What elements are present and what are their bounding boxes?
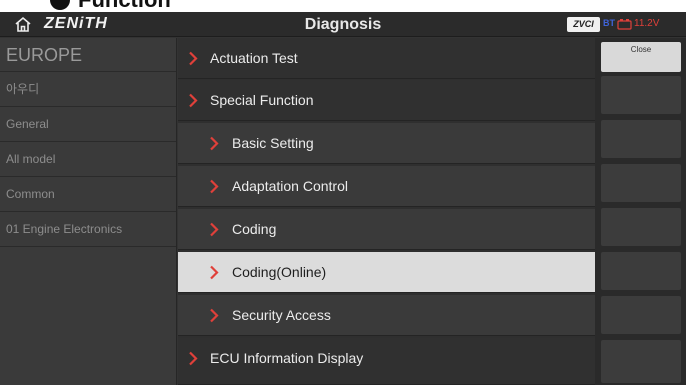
title-bar: ZENiTH Diagnosis ZVCI BT 11.2V [0,12,686,37]
chevron-right-icon [210,222,219,237]
menu-item-label: ECU Information Display [210,350,364,366]
diagnosis-app: ZENiTH Diagnosis ZVCI BT 11.2V EUROPE 아우… [0,12,686,385]
battery-voltage: 11.2V [634,18,660,29]
chevron-right-icon [210,308,219,323]
menu-item-actuation-test[interactable]: Actuation Test [178,38,595,79]
menu-item-coding[interactable]: Coding [178,209,595,250]
close-button-label: Close [630,45,652,54]
menu-item-ecu-information-display[interactable]: ECU Information Display [178,338,595,385]
action-buttons: Close [595,38,686,385]
menu-item-special-function[interactable]: Special Function [178,80,595,121]
home-icon[interactable] [14,16,32,33]
chevron-right-icon [189,93,198,108]
page-caption: Function [0,0,686,12]
empty-action-button [601,208,681,246]
empty-action-button [601,76,681,114]
chevron-right-icon [210,265,219,280]
menu-item-label: Security Access [232,307,331,323]
sidebar-item-general[interactable]: General [0,107,176,142]
sidebar-item-all-model[interactable]: All model [0,142,176,177]
breadcrumb-sidebar: EUROPE 아우디 General All model Common 01 E… [0,38,177,385]
empty-action-button [601,296,681,334]
brand-logo: ZENiTH [44,15,108,32]
function-menu: Actuation Test Special Function Basic Se… [178,38,595,385]
menu-item-security-access[interactable]: Security Access [178,295,595,336]
sidebar-region: EUROPE [0,38,176,72]
menu-item-label: Basic Setting [232,135,314,151]
empty-action-button [601,164,681,202]
vci-connection-status: BT [603,18,615,28]
menu-item-label: Adaptation Control [232,178,348,194]
empty-action-button [601,120,681,158]
empty-action-button [601,252,681,290]
bullet-icon [50,0,70,10]
menu-item-label: Actuation Test [210,50,298,66]
chevron-right-icon [189,351,198,366]
menu-item-label: Coding(Online) [232,264,327,280]
caption-text: Function [78,0,171,12]
battery-icon [617,19,632,30]
empty-action-button [601,340,681,383]
sidebar-item-common[interactable]: Common [0,177,176,212]
menu-item-basic-setting[interactable]: Basic Setting [178,123,595,164]
menu-item-adaptation-control[interactable]: Adaptation Control [178,166,595,207]
vci-badge: ZVCI [567,17,600,32]
menu-item-label: Coding [232,221,277,237]
close-button[interactable]: Close [601,42,681,72]
menu-item-coding-online[interactable]: Coding(Online) [178,252,595,293]
sidebar-item-make[interactable]: 아우디 [0,72,176,107]
menu-item-label: Special Function [210,92,314,108]
chevron-right-icon [189,51,198,66]
chevron-right-icon [210,179,219,194]
sidebar-item-engine-electronics[interactable]: 01 Engine Electronics [0,212,176,247]
chevron-right-icon [210,136,219,151]
